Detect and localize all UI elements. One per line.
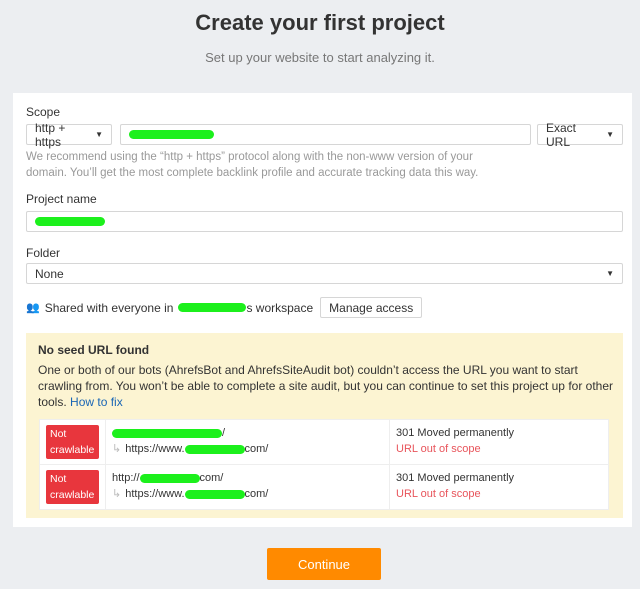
protocol-value: http + https — [35, 120, 66, 149]
redaction-mark — [129, 130, 214, 139]
not-crawlable-badge: Not crawlable — [46, 470, 99, 504]
redirect-arrow-icon: ↳ — [112, 443, 122, 455]
redaction-mark — [178, 303, 247, 312]
warning-title: No seed URL found — [38, 343, 150, 357]
http-status: 301 Moved permanently — [396, 427, 515, 439]
url-table: Not crawlable / ↳ https://www. com/ 301 Mo… — [39, 419, 609, 510]
page-subtitle: Set up your website to start analyzing i… — [205, 50, 435, 65]
how-to-fix-link[interactable]: How to fix — [70, 395, 123, 409]
table-row: Not crawlable / ↳ https://www. com/ 301 Mo… — [39, 419, 609, 465]
url-text: com/ — [199, 472, 224, 484]
folder-value: None — [35, 266, 64, 281]
scope-hint: We recommend using the “http + https” pr… — [26, 151, 479, 179]
url-input[interactable] — [120, 124, 531, 145]
sharing-row: 👥 Shared with everyone in s workspace Ma… — [26, 297, 423, 318]
redirect-url: com/ — [244, 443, 269, 455]
redirect-url: com/ — [244, 488, 269, 500]
protocol-select[interactable]: http + https ▼ — [26, 121, 112, 149]
http-status: 301 Moved permanently — [396, 472, 515, 484]
project-name-input[interactable] — [26, 211, 623, 232]
redirect-arrow-icon: ↳ — [112, 488, 122, 500]
redaction-mark — [184, 489, 245, 499]
continue-button[interactable]: Continue — [267, 548, 381, 580]
mode-select[interactable]: Exact URL ▼ — [537, 121, 623, 149]
url-text: / — [222, 427, 226, 439]
caret-down-icon: ▼ — [606, 130, 614, 139]
project-name-label: Project name — [26, 192, 97, 206]
not-crawlable-badge: Not crawlable — [46, 425, 99, 459]
caret-down-icon: ▼ — [95, 130, 103, 139]
mode-value: Exact URL — [546, 120, 577, 149]
caret-down-icon: ▼ — [606, 269, 614, 278]
manage-access-button[interactable]: Manage access — [320, 297, 423, 318]
redaction-mark — [139, 473, 200, 483]
redaction-mark — [35, 217, 105, 226]
folder-label: Folder — [26, 246, 61, 260]
warning-body: One or both of our bots (AhrefsBot and A… — [38, 363, 614, 409]
scope-status: URL out of scope — [396, 488, 481, 500]
warning-panel: No seed URL found One or both of our bot… — [26, 333, 623, 518]
redaction-mark — [112, 428, 222, 438]
page-title: Create your first project — [195, 10, 445, 35]
shared-text: Shared with everyone in — [44, 300, 174, 315]
users-icon: 👥 — [26, 302, 40, 314]
table-row: Not crawlable http://com/ ↳ https://www. c… — [39, 464, 609, 510]
redaction-mark — [184, 444, 245, 454]
scope-status: URL out of scope — [396, 443, 481, 455]
scope-label: Scope — [26, 105, 61, 119]
shared-suffix: s workspace — [246, 300, 314, 315]
project-form-card: Scope http + https ▼ Exact URL ▼ We recomm… — [13, 93, 632, 527]
folder-select[interactable]: None ▼ — [26, 263, 623, 284]
